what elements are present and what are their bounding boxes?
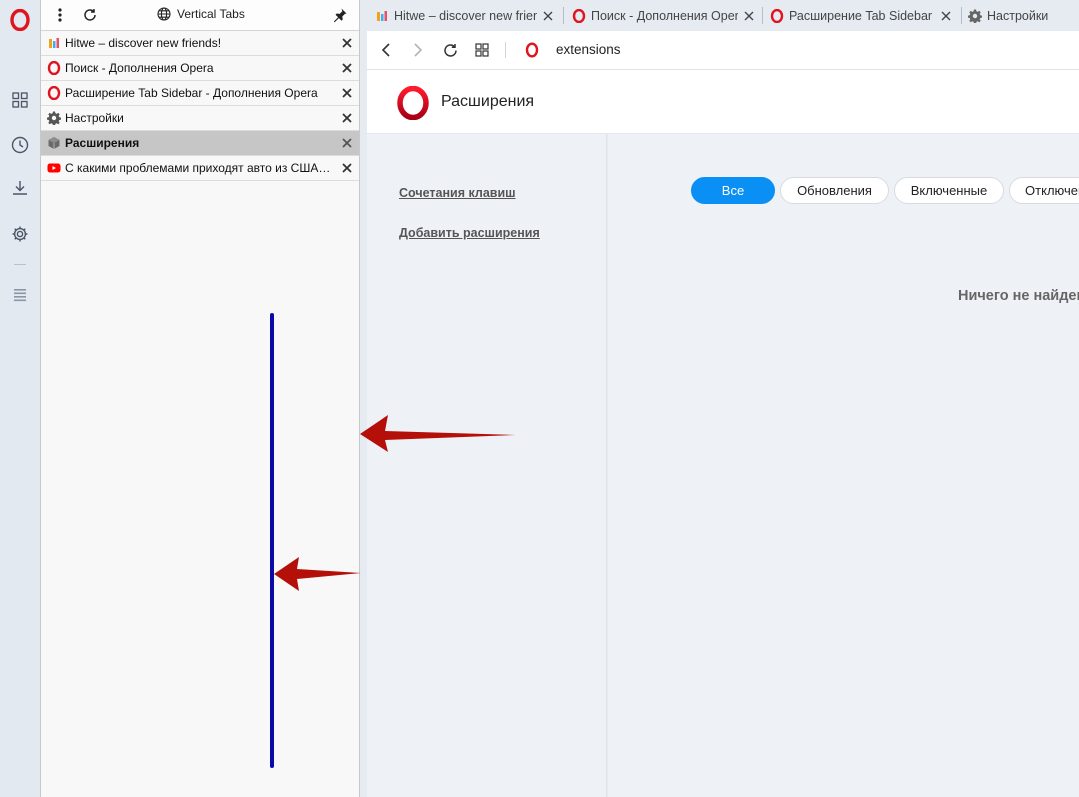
gear-icon	[47, 111, 61, 125]
tab-label: Hitwe – discover new friends!	[394, 8, 537, 23]
opera-icon	[47, 86, 61, 100]
close-icon[interactable]	[543, 11, 553, 21]
opera-icon	[770, 8, 784, 23]
vertical-tab-item[interactable]: С какими проблемами приходят авто из США…	[41, 156, 359, 181]
back-icon[interactable]	[377, 41, 395, 59]
kebab-menu-icon[interactable]	[51, 6, 69, 24]
close-icon[interactable]	[341, 137, 353, 149]
vertical-tab-item[interactable]: Hitwe – discover new friends!	[41, 31, 359, 56]
close-icon[interactable]	[941, 11, 951, 21]
tab-search-addons[interactable]: Поиск - Дополнения Opera	[572, 0, 757, 31]
opera-sidebar	[0, 0, 40, 797]
vertical-tab-label: Расширения	[65, 136, 140, 150]
keyboard-shortcuts-link[interactable]: Сочетания клавиш	[399, 186, 516, 200]
download-icon[interactable]	[8, 176, 32, 200]
tab-separator	[563, 7, 564, 24]
close-icon[interactable]	[341, 162, 353, 174]
vertical-tab-item[interactable]: Расширение Tab Sidebar - Дополнения Oper…	[41, 81, 359, 106]
page-header: Расширения	[367, 70, 1079, 134]
extensions-sidebar: Сочетания клавиш Добавить расширения	[367, 134, 607, 797]
close-icon[interactable]	[341, 37, 353, 49]
tab-separator	[961, 7, 962, 24]
opera-logo-icon	[397, 86, 429, 120]
clock-icon[interactable]	[8, 133, 32, 157]
filter-enabled[interactable]: Включенные	[894, 177, 1004, 204]
vertical-tab-item-active[interactable]: Расширения	[41, 131, 359, 156]
tab-strip: Hitwe – discover new friends! Поиск - До…	[367, 0, 1079, 31]
vertical-tab-label: Hitwe – discover new friends!	[65, 36, 222, 50]
opera-logo-icon[interactable]	[8, 8, 32, 32]
reload-icon[interactable]	[441, 41, 459, 59]
hitwe-icon	[375, 9, 389, 23]
tab-separator	[762, 7, 763, 24]
vertical-tab-label: Расширение Tab Sidebar - Дополнения Oper…	[65, 86, 318, 100]
add-extensions-link[interactable]: Добавить расширения	[399, 226, 540, 240]
tab-settings[interactable]: Настройки	[968, 0, 1073, 31]
pin-icon[interactable]	[331, 6, 349, 24]
vertical-tab-label: Настройки	[65, 111, 124, 125]
close-icon[interactable]	[341, 112, 353, 124]
vertical-tabs-title: Vertical Tabs	[157, 7, 245, 21]
gear-icon[interactable]	[8, 222, 32, 246]
extensions-main: Все Обновления Включенные Отключенные Ни…	[608, 134, 1079, 797]
close-icon[interactable]	[341, 87, 353, 99]
gear-icon	[968, 9, 982, 23]
cube-icon	[47, 136, 61, 150]
reload-icon[interactable]	[81, 6, 99, 24]
filter-updates[interactable]: Обновления	[780, 177, 889, 204]
tab-hitwe[interactable]: Hitwe – discover new friends!	[375, 0, 558, 31]
opera-icon	[523, 41, 541, 59]
address-bar: extensions	[367, 31, 1079, 70]
vertical-tabs-title-text: Vertical Tabs	[177, 7, 245, 21]
forward-icon[interactable]	[409, 41, 427, 59]
sidebar-divider	[14, 264, 26, 265]
filter-all[interactable]: Все	[691, 177, 775, 204]
list-icon[interactable]	[8, 284, 32, 308]
opera-icon	[572, 8, 586, 23]
close-icon[interactable]	[744, 11, 754, 21]
tab-label: Настройки	[987, 8, 1049, 23]
opera-icon	[47, 61, 61, 75]
tab-label: Поиск - Дополнения Opera	[591, 8, 738, 23]
tab-tab-sidebar[interactable]: Расширение Tab Sidebar - Дополнения Oper…	[770, 0, 956, 31]
address-input[interactable]: extensions	[556, 42, 621, 57]
empty-state-message: Ничего не найдено	[958, 288, 1079, 304]
filter-disabled[interactable]: Отключенные	[1009, 177, 1079, 204]
speed-dial-grid-icon[interactable]	[473, 41, 491, 59]
vertical-tab-label: Поиск - Дополнения Opera	[65, 61, 214, 75]
grid-icon[interactable]	[8, 88, 32, 112]
close-icon[interactable]	[341, 62, 353, 74]
hitwe-icon	[47, 36, 61, 50]
address-separator	[505, 42, 506, 58]
vertical-tabs-toolbar: Vertical Tabs	[41, 0, 359, 31]
vertical-tabs-panel: Vertical Tabs Hitwe – discover new frien…	[40, 0, 360, 797]
vertical-tab-item[interactable]: Поиск - Дополнения Opera	[41, 56, 359, 81]
tab-label: Расширение Tab Sidebar - Дополнения Oper…	[789, 8, 935, 23]
vertical-tab-item[interactable]: Настройки	[41, 106, 359, 131]
page-title: Расширения	[441, 93, 535, 110]
globe-icon	[157, 7, 171, 21]
youtube-icon	[47, 161, 61, 175]
vertical-tab-label: С какими проблемами приходят авто из США…	[65, 161, 333, 175]
